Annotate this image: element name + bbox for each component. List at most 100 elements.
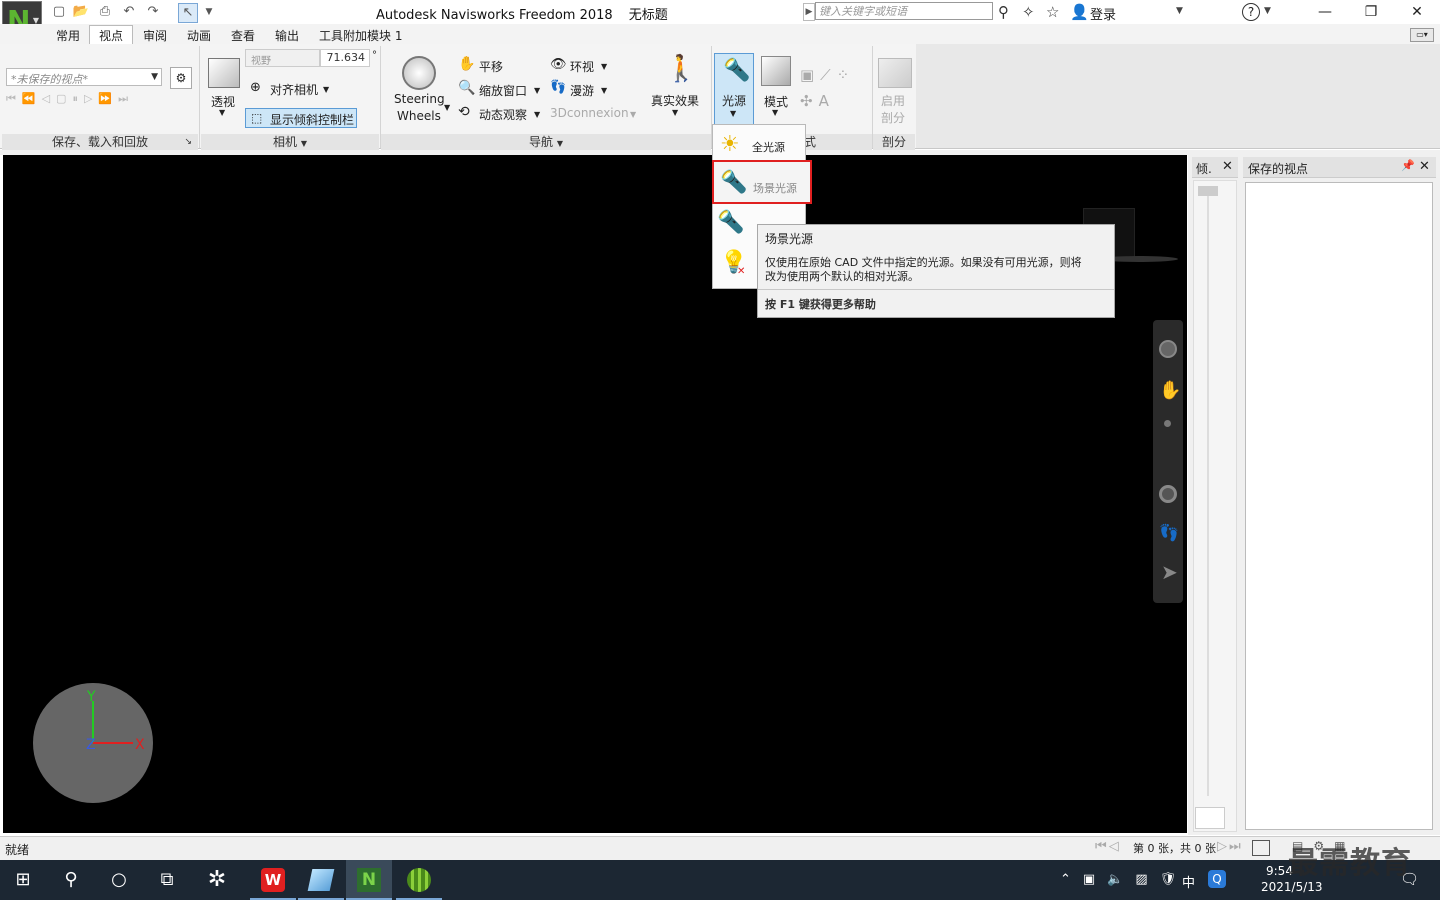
app-title: Autodesk Navisworks Freedom 2018 xyxy=(376,8,613,23)
steering-wheel-icon[interactable] xyxy=(402,56,436,90)
windows-start-icon[interactable]: ⊞ xyxy=(0,860,46,900)
clock-date[interactable]: 2021/5/13 xyxy=(1261,880,1323,894)
select-nav-icon[interactable]: ➤ xyxy=(1161,560,1178,584)
zoom-window-button[interactable]: 缩放窗口 xyxy=(479,82,527,99)
style-text-icons[interactable]: ✣A xyxy=(800,92,835,110)
restore-icon[interactable]: ❐ xyxy=(1348,0,1394,24)
menu-item-scene-lights[interactable]: 🔦 场景光源 xyxy=(712,160,812,204)
fov-slider[interactable]: 视野 xyxy=(245,49,320,67)
login-button[interactable]: 登录 xyxy=(1090,4,1116,23)
manage-viewpoints-icon[interactable]: ⚙ xyxy=(170,67,192,89)
navisworks-taskbar-icon[interactable]: N xyxy=(346,860,392,900)
search-icon[interactable]: ⚲ xyxy=(48,860,94,900)
notes-app-icon[interactable] xyxy=(298,860,344,900)
chevron-down-icon[interactable]: ▼ xyxy=(630,110,636,119)
enable-section-line1[interactable]: 启用 xyxy=(881,92,905,109)
sectioning-icon[interactable] xyxy=(878,58,912,88)
cortana-icon[interactable]: ○ xyxy=(96,860,142,900)
tilt-control-toggle[interactable]: ⬚ 显示倾斜控制栏 xyxy=(245,108,357,128)
tab-animation[interactable]: 动画 xyxy=(187,27,211,44)
chevron-down-icon[interactable]: ▼ xyxy=(444,103,450,112)
light-button[interactable]: 🔦 光源 ▼ xyxy=(714,53,754,125)
favorites-star-icon[interactable]: ☆ xyxy=(1046,3,1059,21)
chevron-down-icon[interactable]: ▼ xyxy=(601,86,607,95)
steering-wheels-line1[interactable]: Steering xyxy=(394,92,445,106)
close-icon[interactable]: ✕ xyxy=(1394,0,1440,24)
help-icon[interactable]: ? xyxy=(1242,3,1260,21)
help-dropdown-icon[interactable]: ▼ xyxy=(1264,6,1271,16)
pan-button[interactable]: 平移 xyxy=(479,58,503,75)
close-icon[interactable]: ✕ xyxy=(1419,159,1430,174)
subscription-icon[interactable]: ✧ xyxy=(1022,3,1035,21)
tab-viewpoint[interactable]: 视点 xyxy=(99,27,123,44)
system-tray-icons[interactable]: ⌃▣🔈▨🛡 xyxy=(1060,872,1188,887)
steering-wheel-nav-icon[interactable] xyxy=(1159,340,1177,358)
pin-icon[interactable]: 📌 xyxy=(1401,159,1415,172)
close-icon[interactable]: ✕ xyxy=(1222,159,1233,174)
page-prev-icons[interactable]: ⏮◁ xyxy=(1095,839,1121,854)
print-icon[interactable]: ⎙ xyxy=(96,3,114,21)
notification-icon[interactable]: 🗨 xyxy=(1400,870,1419,888)
tab-home[interactable]: 常用 xyxy=(56,27,80,44)
steering-wheels-line2[interactable]: Wheels xyxy=(397,109,441,123)
chevron-down-icon[interactable]: ▼ xyxy=(534,110,540,119)
undo-icon[interactable]: ↶ xyxy=(120,3,138,21)
perspective-icon[interactable] xyxy=(208,58,240,88)
tab-view[interactable]: 查看 xyxy=(231,27,255,44)
tilt-panel-header: 倾. ✕ xyxy=(1192,157,1238,178)
perspective-dropdown-icon[interactable]: ▼ xyxy=(219,108,225,117)
binoculars-icon[interactable]: ⚲ xyxy=(998,3,1009,21)
watermelon-app-icon[interactable] xyxy=(396,860,442,900)
open-file-icon[interactable]: 📂 xyxy=(72,3,90,21)
headlight-icon[interactable]: 🔦 xyxy=(717,210,744,235)
pinwheel-app-icon[interactable]: ✲ xyxy=(194,860,240,900)
align-camera-button[interactable]: 对齐相机 xyxy=(270,81,318,98)
search-input[interactable]: 键入关键字或短语 xyxy=(815,2,993,20)
login-dropdown-icon[interactable]: ▼ xyxy=(1176,6,1183,16)
playback-controls[interactable]: ⏮⏪◁▢⏸▷⏩⏭ xyxy=(6,92,196,110)
chevron-down-icon[interactable]: ▼ xyxy=(534,86,540,95)
3dconnexion-button[interactable]: 3Dconnexion xyxy=(550,106,629,120)
sheet-browser-icon[interactable] xyxy=(1252,840,1270,856)
chevron-down-icon[interactable]: ▼ xyxy=(672,108,678,117)
quick-access-dropdown-icon[interactable]: ▼ xyxy=(200,3,218,21)
realism-figure-icon[interactable]: 🚶 xyxy=(665,54,697,84)
style-surface-icons[interactable]: ▣⟋⁘ xyxy=(800,66,855,84)
chevron-down-icon[interactable]: ▼ xyxy=(323,85,329,94)
new-file-icon[interactable]: ▢ xyxy=(50,3,68,21)
task-view-icon[interactable]: ⧉ xyxy=(144,860,190,900)
wps-app-icon[interactable]: W xyxy=(250,860,296,900)
tab-addins[interactable]: 工具附加模块 1 xyxy=(319,27,402,44)
viewpoint-select[interactable]: *未保存的视点* ▼ xyxy=(6,68,162,86)
user-icon[interactable]: 👤 xyxy=(1070,3,1089,21)
enable-section-line2[interactable]: 剖分 xyxy=(881,109,905,126)
render-mode-cube-icon[interactable] xyxy=(761,56,791,86)
axis-gizmo[interactable]: Y X Z xyxy=(33,683,153,803)
chevron-down-icon[interactable]: ▼ xyxy=(772,108,778,117)
search-expand-icon[interactable]: ▶ xyxy=(803,3,815,21)
orbit-button[interactable]: 动态观察 xyxy=(479,106,527,123)
zoom-nav-icon[interactable] xyxy=(1164,420,1171,427)
orbit-nav-icon[interactable] xyxy=(1159,485,1177,503)
tilt-value-box[interactable] xyxy=(1195,807,1225,829)
walk-button[interactable]: 漫游 xyxy=(570,82,594,99)
pan-hand-nav-icon[interactable]: ✋ xyxy=(1159,380,1181,401)
tab-review[interactable]: 审阅 xyxy=(143,27,167,44)
page-next-icons[interactable]: ▷⏭ xyxy=(1217,839,1243,854)
ribbon-minimize-icon[interactable]: ▭▾ xyxy=(1410,28,1434,42)
tab-output[interactable]: 输出 xyxy=(275,27,299,44)
menu-item-full-lights[interactable]: 全光源 xyxy=(752,139,785,155)
qq-tray-icon[interactable]: Q xyxy=(1208,870,1226,888)
tilt-slider-thumb[interactable] xyxy=(1198,186,1218,196)
look-around-button[interactable]: 环视 xyxy=(570,58,594,75)
minimize-icon[interactable]: — xyxy=(1302,0,1348,24)
chevron-down-icon[interactable]: ▼ xyxy=(601,62,607,71)
walk-nav-icon[interactable]: 👣 xyxy=(1159,523,1179,542)
select-tool-icon[interactable]: ↖ xyxy=(178,3,198,23)
redo-icon[interactable]: ↷ xyxy=(144,3,162,21)
tilt-slider-track[interactable] xyxy=(1207,196,1209,796)
saved-viewpoints-list[interactable] xyxy=(1245,182,1433,830)
realism-button[interactable]: 真实效果 xyxy=(651,92,699,109)
ime-indicator[interactable]: 中 xyxy=(1182,872,1195,891)
fov-value-input[interactable]: 71.634 xyxy=(320,49,370,67)
